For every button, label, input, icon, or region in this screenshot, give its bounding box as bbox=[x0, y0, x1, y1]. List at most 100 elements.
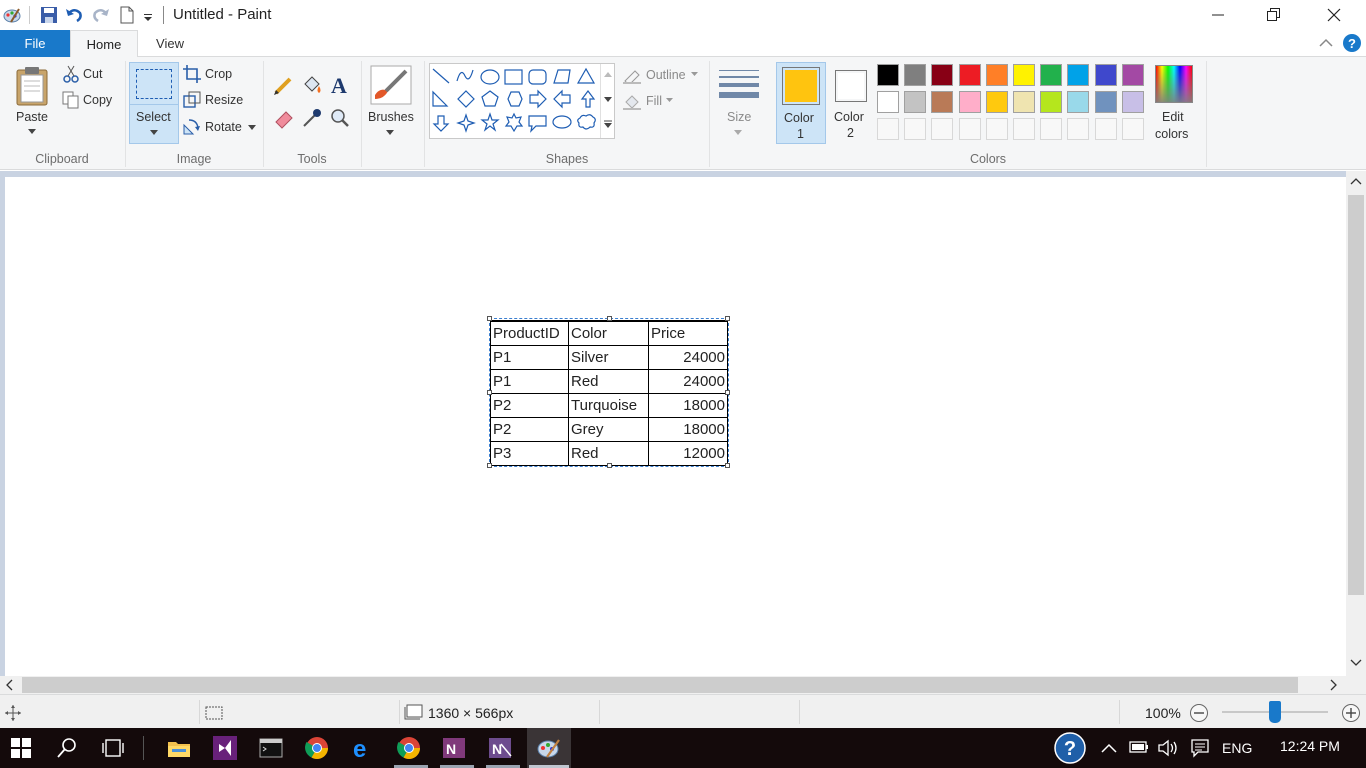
help-icon[interactable]: ? bbox=[1054, 732, 1086, 767]
outline-button[interactable]: Outline bbox=[622, 66, 702, 86]
file-explorer-icon[interactable] bbox=[164, 734, 194, 762]
palette-swatch[interactable] bbox=[1121, 64, 1144, 86]
palette-swatch[interactable] bbox=[1094, 64, 1117, 86]
language-indicator[interactable]: ENG bbox=[1222, 740, 1252, 756]
undo-icon[interactable] bbox=[64, 5, 84, 25]
palette-swatch[interactable] bbox=[877, 91, 899, 113]
size-button[interactable]: Size bbox=[714, 63, 764, 143]
eraser-icon[interactable] bbox=[273, 107, 295, 132]
task-view-icon[interactable] bbox=[98, 734, 128, 762]
scroll-up-icon[interactable] bbox=[1350, 177, 1362, 185]
horizontal-scrollbar[interactable] bbox=[0, 676, 1346, 694]
zoom-in-icon[interactable] bbox=[1341, 703, 1361, 723]
custom-color-slot[interactable] bbox=[877, 118, 899, 140]
new-document-icon[interactable] bbox=[117, 5, 137, 25]
palette-swatch[interactable] bbox=[1121, 91, 1144, 113]
selection-handle[interactable] bbox=[607, 463, 612, 468]
onenote-icon[interactable]: N bbox=[486, 734, 516, 762]
custom-color-slot[interactable] bbox=[958, 118, 981, 140]
palette-swatch[interactable] bbox=[1013, 91, 1035, 113]
selection-handle[interactable] bbox=[725, 390, 730, 395]
selection-handle[interactable] bbox=[487, 390, 492, 395]
palette-swatch[interactable] bbox=[985, 91, 1008, 113]
palette-swatch[interactable] bbox=[1013, 64, 1035, 86]
battery-icon[interactable] bbox=[1129, 740, 1149, 754]
paste-button[interactable]: Paste bbox=[10, 63, 54, 143]
scroll-left-icon[interactable] bbox=[5, 679, 13, 691]
magnifier-icon[interactable] bbox=[329, 107, 351, 132]
palette-swatch[interactable] bbox=[931, 64, 954, 86]
color2-button[interactable]: Color 2 bbox=[828, 62, 874, 144]
tab-view[interactable]: View bbox=[140, 30, 200, 57]
clock-time[interactable]: 12:24 PM bbox=[1280, 738, 1340, 754]
visual-studio-icon[interactable] bbox=[210, 734, 240, 762]
selection-handle[interactable] bbox=[607, 316, 612, 321]
custom-color-slot[interactable] bbox=[1040, 118, 1063, 140]
shapes-gallery[interactable] bbox=[429, 63, 615, 139]
palette-swatch[interactable] bbox=[904, 91, 927, 113]
scroll-right-icon[interactable] bbox=[1330, 679, 1338, 691]
text-tool-icon[interactable]: A bbox=[329, 73, 351, 100]
custom-color-slot[interactable] bbox=[1067, 118, 1090, 140]
selection-rectangle[interactable] bbox=[489, 318, 729, 467]
palette-swatch[interactable] bbox=[1067, 91, 1090, 113]
selection-handle[interactable] bbox=[725, 463, 730, 468]
selection-handle[interactable] bbox=[725, 316, 730, 321]
close-button[interactable] bbox=[1311, 0, 1357, 30]
custom-color-slot[interactable] bbox=[985, 118, 1008, 140]
collapse-ribbon-icon[interactable] bbox=[1318, 36, 1334, 53]
brushes-button[interactable]: Brushes bbox=[365, 63, 417, 143]
edit-colors-button[interactable]: Edit colors bbox=[1152, 63, 1196, 145]
zoom-out-icon[interactable] bbox=[1189, 703, 1209, 723]
vertical-scroll-thumb[interactable] bbox=[1348, 195, 1364, 595]
onenote-icon[interactable]: N bbox=[440, 734, 470, 762]
horizontal-scroll-thumb[interactable] bbox=[22, 677, 1298, 693]
custom-color-slot[interactable] bbox=[1094, 118, 1117, 140]
palette-swatch[interactable] bbox=[958, 64, 981, 86]
show-hidden-icons-icon[interactable] bbox=[1101, 742, 1117, 754]
palette-swatch[interactable] bbox=[904, 64, 927, 86]
save-icon[interactable] bbox=[39, 5, 59, 25]
chrome-icon[interactable] bbox=[302, 734, 332, 762]
scroll-down-icon[interactable] bbox=[1350, 659, 1362, 667]
palette-swatch[interactable] bbox=[931, 91, 954, 113]
palette-swatch[interactable] bbox=[1094, 91, 1117, 113]
fill-button[interactable]: Fill bbox=[622, 92, 682, 112]
select-button[interactable]: Select bbox=[129, 62, 179, 144]
palette-swatch[interactable] bbox=[1040, 91, 1063, 113]
shapes-gallery-scroll[interactable] bbox=[600, 64, 615, 138]
restore-button[interactable] bbox=[1251, 0, 1297, 30]
custom-color-slot[interactable] bbox=[1121, 118, 1144, 140]
customize-quick-access-icon[interactable] bbox=[140, 5, 160, 25]
vertical-scrollbar[interactable] bbox=[1346, 171, 1366, 678]
resize-button[interactable]: Resize bbox=[183, 91, 253, 111]
rotate-button[interactable]: Rotate bbox=[183, 117, 259, 137]
palette-swatch[interactable] bbox=[985, 64, 1008, 86]
pencil-icon[interactable] bbox=[273, 74, 295, 99]
volume-icon[interactable] bbox=[1157, 738, 1179, 758]
selection-handle[interactable] bbox=[487, 463, 492, 468]
palette-swatch[interactable] bbox=[877, 64, 899, 86]
command-prompt-icon[interactable] bbox=[256, 734, 286, 762]
minimize-button[interactable] bbox=[1195, 0, 1241, 30]
search-icon[interactable] bbox=[52, 734, 82, 762]
custom-color-slot[interactable] bbox=[1013, 118, 1035, 140]
custom-color-slot[interactable] bbox=[931, 118, 954, 140]
color1-button[interactable]: Color 1 bbox=[776, 62, 826, 144]
zoom-slider-thumb[interactable] bbox=[1269, 701, 1281, 723]
tab-file[interactable]: File bbox=[0, 30, 70, 57]
action-center-icon[interactable] bbox=[1190, 738, 1210, 758]
help-icon[interactable]: ? bbox=[1342, 33, 1362, 56]
palette-swatch[interactable] bbox=[1040, 64, 1063, 86]
windows-start-icon[interactable] bbox=[6, 734, 36, 762]
edge-icon[interactable]: e bbox=[348, 734, 378, 762]
palette-swatch[interactable] bbox=[1067, 64, 1090, 86]
color-picker-icon[interactable] bbox=[301, 107, 323, 132]
crop-button[interactable]: Crop bbox=[183, 65, 253, 85]
fill-bucket-icon[interactable] bbox=[301, 74, 323, 99]
paint-icon[interactable] bbox=[534, 734, 564, 762]
redo-icon[interactable] bbox=[91, 5, 111, 25]
copy-button[interactable]: Copy bbox=[62, 91, 122, 111]
chrome-icon[interactable] bbox=[394, 734, 424, 762]
tab-home[interactable]: Home bbox=[70, 30, 138, 58]
